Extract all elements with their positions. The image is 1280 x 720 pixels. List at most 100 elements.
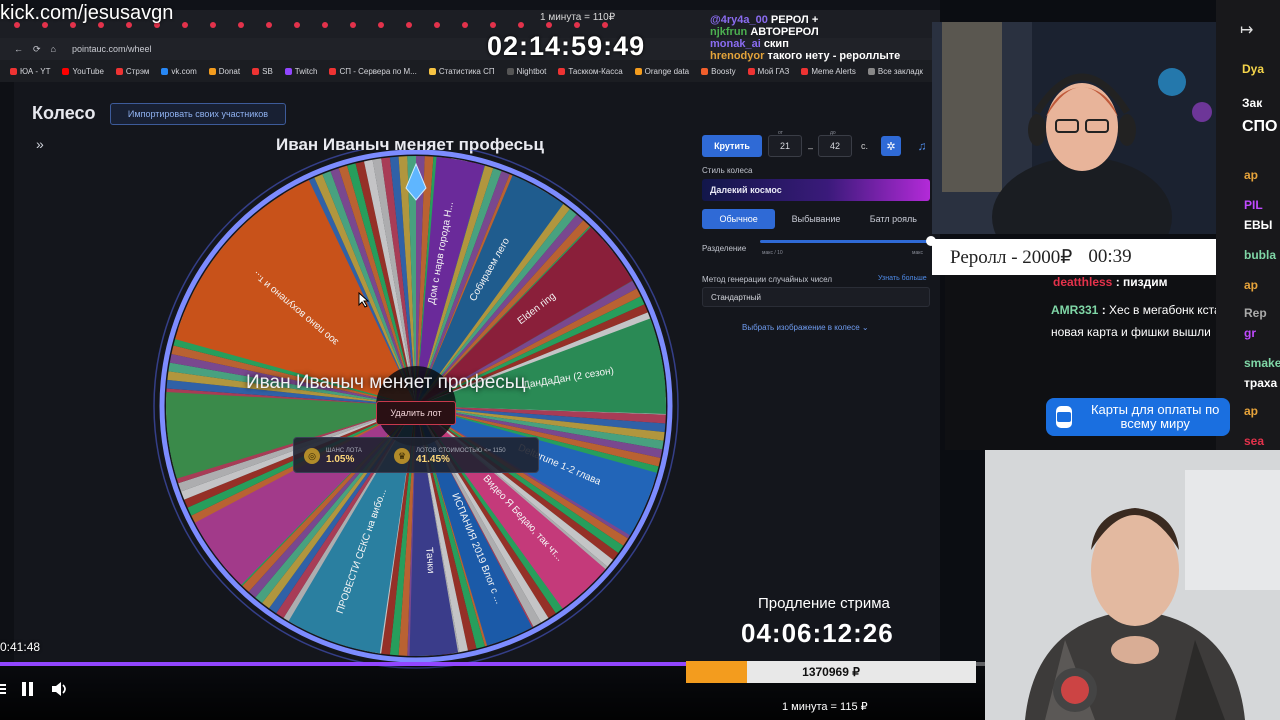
left-rail <box>0 82 14 665</box>
rng-select[interactable]: Стандартный <box>702 287 930 307</box>
browser-tab[interactable] <box>462 22 468 28</box>
bookmark-item[interactable]: Donat <box>208 66 241 76</box>
mode-tab-normal[interactable]: Обычное <box>702 209 776 229</box>
split-max: макс <box>912 250 923 256</box>
seconds-unit: с. <box>861 141 869 151</box>
bookmark-item[interactable]: vk.com <box>161 66 197 76</box>
chat-sidebar-fragment: Зак <box>1242 96 1263 110</box>
mode-tab-elimination[interactable]: Выбывание <box>779 209 852 229</box>
home-icon[interactable]: ⌂ <box>51 44 56 54</box>
prolong-timer: 04:06:12:26 <box>741 618 894 648</box>
bookmark-icon <box>329 67 337 75</box>
browser-tab[interactable] <box>182 22 188 28</box>
chat-sidebar-fragment: ар <box>1244 278 1259 292</box>
menu-icon[interactable] <box>0 682 6 696</box>
mouse-cursor-icon <box>358 291 370 313</box>
wheel-style-select[interactable]: Далекий космос <box>702 179 930 201</box>
overlay-chat-text: РЕРОЛ + <box>770 14 819 26</box>
to-input[interactable]: 42 <box>818 135 852 157</box>
bookmark-item[interactable]: Таскком-Касса <box>558 66 623 76</box>
mode-tabs: Обычное Выбывание Батл рояль <box>702 209 930 229</box>
bookmark-item[interactable]: Стрэм <box>115 67 149 76</box>
chat-text: пиздим <box>1123 275 1168 289</box>
browser-tab[interactable] <box>518 22 524 28</box>
bookmark-icon <box>284 67 292 75</box>
expand-sidebar-icon[interactable]: » <box>36 136 44 152</box>
bookmark-icon <box>701 67 709 75</box>
overlay-chat-text: скип <box>763 38 789 50</box>
overlay-chat-user: njkfrun <box>710 26 751 38</box>
lots-label: ЛОТОВ СТОИМОСТЬЮ <= 1150 <box>416 447 506 454</box>
chat-sidebar-fragment: траха <box>1244 376 1278 390</box>
bookmark-label: Twitch <box>294 66 318 76</box>
bookmark-label: ЮА - YT <box>20 66 51 76</box>
browser-tab[interactable] <box>210 22 216 28</box>
webcam-bottom-image <box>985 450 1280 720</box>
overlay-chat-text: такого нету - рероллыте <box>767 50 901 62</box>
delete-lot-button[interactable]: Удалить лот <box>376 401 456 425</box>
pause-icon[interactable] <box>22 682 36 696</box>
browser-tab[interactable] <box>406 22 412 28</box>
volume-icon[interactable] <box>50 681 68 702</box>
page-title: Колесо <box>32 103 96 123</box>
bookmark-item[interactable]: Статистика СП <box>428 66 495 76</box>
choose-image-link[interactable]: Выбрать изображение в колесе ⌄ <box>742 323 869 332</box>
lots-value: 41.45% <box>416 453 450 465</box>
bookmark-item[interactable]: СП - Сервера по М... <box>329 67 417 76</box>
chat-sidebar-fragment: sea <box>1244 434 1265 448</box>
browser-tab[interactable] <box>322 22 328 28</box>
chat-sidebar-fragment: Rep <box>1244 306 1267 320</box>
bookmark-item[interactable]: Nightbot <box>506 67 546 76</box>
browser-tab[interactable] <box>294 22 300 28</box>
bookmark-item[interactable]: YouTube <box>62 67 104 76</box>
chat-sidebar-fragment: ар <box>1244 168 1259 182</box>
bookmark-label: Статистика СП <box>438 66 495 76</box>
chat-user: AMR331 <box>1051 303 1099 317</box>
import-participants-button[interactable]: Импортировать своих участников <box>110 103 286 125</box>
browser-tab[interactable] <box>266 22 272 28</box>
trophy-icon: ♛ <box>394 448 410 464</box>
collapse-chat-icon[interactable]: ↦ <box>1240 20 1253 40</box>
split-slider[interactable] <box>760 240 930 243</box>
browser-tab[interactable] <box>434 22 440 28</box>
shuffle-icon[interactable]: ✲ <box>881 136 901 156</box>
bookmark-label: Donat <box>218 66 241 76</box>
chat-sidebar-fragment: ЕВЫ <box>1244 218 1273 232</box>
learn-more-link[interactable]: Узнать больше <box>878 275 927 282</box>
back-icon[interactable]: ← <box>14 44 23 54</box>
card-ad[interactable]: Карты для оплаты по всему миру <box>1046 398 1230 436</box>
bookmark-label: SB <box>262 66 273 76</box>
chat-user: deatthless <box>1053 275 1113 289</box>
chat-line: deatthless : пиздим <box>1053 275 1168 289</box>
bookmark-item[interactable]: Orange data <box>634 67 689 76</box>
bookmark-item[interactable]: Twitch <box>284 66 318 76</box>
url-text[interactable]: pointauc.com/wheel <box>72 44 152 54</box>
bookmark-label: vk.com <box>171 66 197 76</box>
spin-button[interactable]: Крутить <box>702 135 762 157</box>
bookmark-label: Таскком-Касса <box>568 66 623 76</box>
music-icon[interactable]: ♫ <box>913 136 931 156</box>
split-label: Разделение <box>702 244 747 253</box>
split-hint: макс / 10 <box>762 250 783 256</box>
bookmark-item[interactable]: SB <box>252 67 273 76</box>
reroll-banner: Реролл - 2000₽ 00:39 <box>932 239 1216 275</box>
time-elapsed: 0:41:48 <box>0 640 41 654</box>
prolong-label: Продление стрима <box>758 595 890 612</box>
bookmark-item[interactable]: ЮА - YT <box>10 67 50 76</box>
browser-tab[interactable] <box>378 22 384 28</box>
main-timer: 02:14:59:49 <box>487 31 646 61</box>
wheel-segment-label: Тачки <box>423 547 436 574</box>
mode-tab-battle-royale[interactable]: Батл рояль <box>857 209 930 229</box>
overlay-chat: @4ry4a_00 РЕРОЛ + njkfrun АВТОРЕРОЛ monak_… <box>710 14 930 94</box>
browser-tab[interactable] <box>238 22 244 28</box>
bookmark-icon <box>208 67 216 75</box>
chevron-down-icon: ⌄ <box>861 323 869 332</box>
browser-tab[interactable] <box>490 22 496 28</box>
bookmark-icon <box>558 67 566 75</box>
reload-icon[interactable]: ⟳ <box>33 44 41 55</box>
from-input[interactable]: 21 <box>768 135 802 157</box>
browser-tab[interactable] <box>350 22 356 28</box>
overlay-chat-line: @4ry4a_00 РЕРОЛ + <box>710 14 818 26</box>
bookmark-icon <box>252 67 260 75</box>
webcam-top <box>932 22 1216 234</box>
